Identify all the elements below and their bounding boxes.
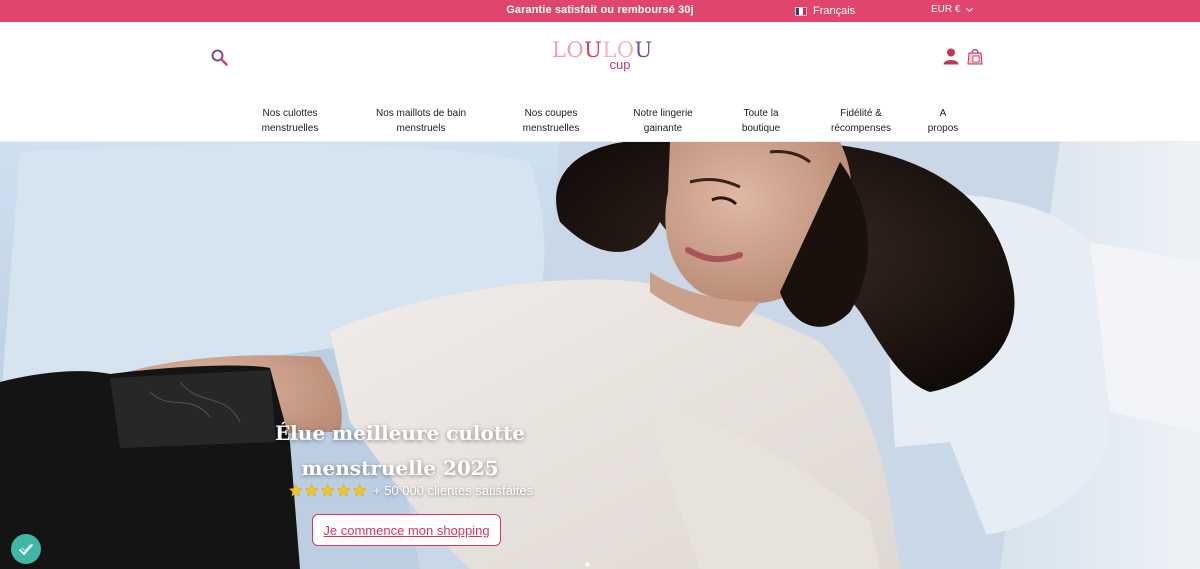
- logo-part: U: [584, 38, 603, 62]
- user-icon: [943, 48, 959, 65]
- france-flag-icon: [795, 6, 807, 16]
- account-button[interactable]: [942, 47, 960, 65]
- rating-text: + 50 000 clientes satisfaites: [373, 483, 534, 498]
- currency-selector[interactable]: EUR €: [931, 4, 974, 15]
- star-icon: [320, 483, 335, 497]
- logo-part: U: [634, 38, 653, 62]
- star-icon: [288, 483, 303, 497]
- search-button[interactable]: [210, 48, 230, 68]
- chevron-down-icon: [966, 4, 974, 12]
- nav-item-culottes[interactable]: Nos culottes menstruelles: [262, 106, 319, 136]
- site-logo[interactable]: LOULOU cup: [552, 38, 652, 79]
- magnifier-icon: [211, 49, 228, 66]
- logo-part: LO: [552, 38, 585, 62]
- check-chat-icon: [19, 544, 33, 556]
- language-selector[interactable]: Français: [795, 2, 855, 20]
- shop-now-button[interactable]: Je commence mon shopping: [312, 514, 501, 546]
- nav-item-coupes[interactable]: Nos coupes menstruelles: [523, 106, 580, 136]
- chat-button[interactable]: [11, 534, 41, 564]
- nav-item-boutique[interactable]: Toute la boutique: [742, 106, 780, 136]
- shopping-bag-icon: [967, 49, 983, 65]
- rating: + 50 000 clientes satisfaites: [288, 483, 533, 498]
- nav-item-lingerie[interactable]: Notre lingerie gainante: [633, 106, 692, 136]
- hero-image: [0, 142, 1200, 569]
- nav-item-maillots[interactable]: Nos maillots de bain menstruels: [376, 106, 466, 136]
- announcement-bar: Garantie satisfait ou remboursé 30j Fran…: [0, 0, 1200, 22]
- carousel-dots: [585, 562, 590, 567]
- site-header: LOULOU cup Nos culottes menstruelles Nos…: [0, 22, 1200, 142]
- star-icon: [336, 483, 351, 497]
- cart-button[interactable]: [966, 47, 984, 65]
- star-icon: [304, 483, 319, 497]
- currency-label: EUR €: [931, 4, 961, 15]
- hero-banner: Élue meilleure culotte menstruelle 2025 …: [0, 142, 1200, 569]
- nav-item-fidelite[interactable]: Fidélité & récompenses: [831, 106, 891, 136]
- announcement-text: Garantie satisfait ou remboursé 30j: [506, 4, 694, 16]
- nav-item-a-propos[interactable]: A propos: [928, 106, 959, 136]
- main-navigation: Nos culottes menstruelles Nos maillots d…: [0, 106, 1200, 138]
- star-icon: [352, 483, 367, 497]
- carousel-dot[interactable]: [585, 562, 590, 567]
- language-label: Français: [813, 5, 856, 17]
- hero-title: Élue meilleure culotte menstruelle 2025: [274, 421, 526, 480]
